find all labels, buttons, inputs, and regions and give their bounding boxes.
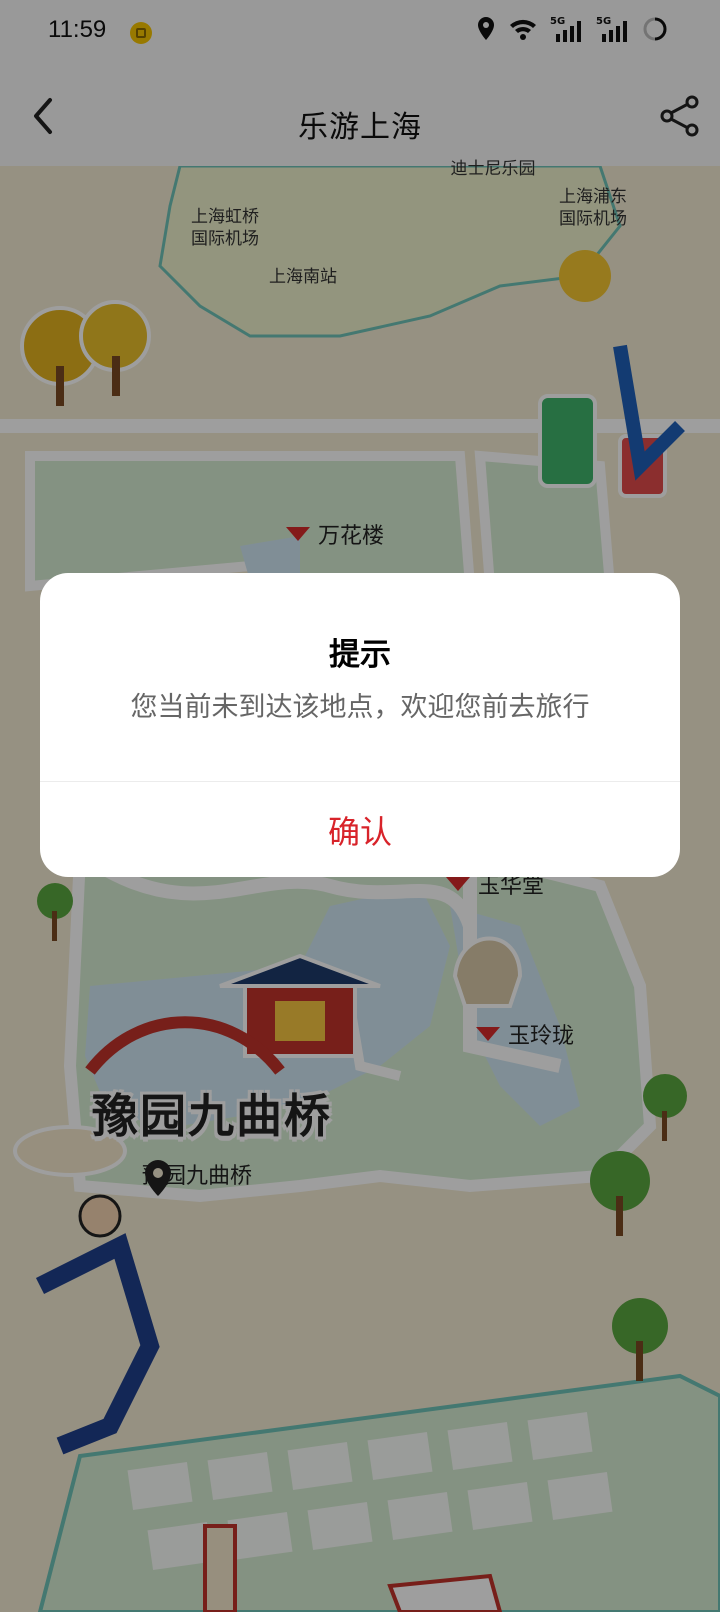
dialog-message: 您当前未到达该地点，欢迎您前去旅行: [130, 692, 590, 723]
dialog-title: 提示: [329, 637, 391, 673]
screen: 11:59 5G 5G 乐游上海 迪士尼乐园 上海虹桥 国际机场 上海浦东 国际…: [0, 0, 720, 1612]
confirm-button[interactable]: 确认: [40, 782, 680, 877]
alert-dialog: 提示 您当前未到达该地点，欢迎您前去旅行 确认: [40, 573, 680, 877]
